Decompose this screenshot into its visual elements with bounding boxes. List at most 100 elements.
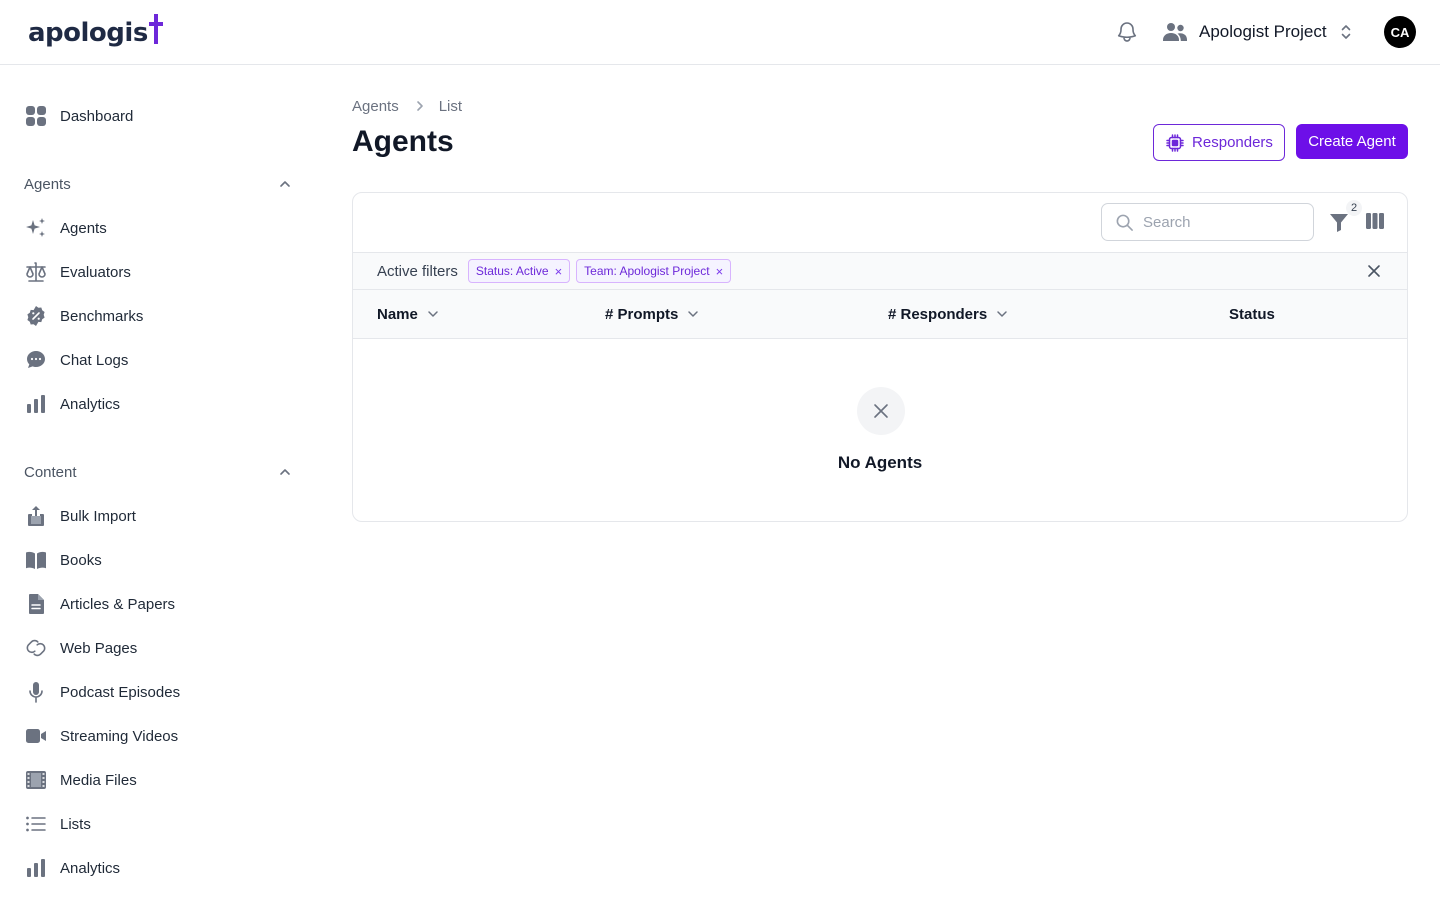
view-columns-icon[interactable] [1365,211,1385,231]
link-icon [26,639,46,657]
sidebar-item-label: Articles & Papers [60,595,176,613]
sidebar-section-content[interactable]: Content [24,462,294,482]
column-header-label: Name [377,305,418,323]
list-bullet-icon [26,816,46,832]
scale-icon [26,262,46,282]
percent-badge-icon [27,306,45,326]
sidebar-item-books[interactable]: Books [24,548,294,572]
top-bar: apologis Apologist Project CA [0,0,1440,65]
notifications-bell-icon[interactable] [1115,20,1139,44]
chevron-down-icon [997,311,1007,317]
sidebar-item-label: Podcast Episodes [60,683,181,701]
breadcrumb: Agents List [352,96,462,116]
sidebar-item-label: Lists [60,815,91,833]
column-header-responders[interactable]: # Responders [888,290,1009,338]
search-icon [1116,214,1133,231]
sidebar-item-label: Analytics [60,395,121,413]
clear-filters-close-icon[interactable] [1366,263,1382,279]
sidebar-item-articles[interactable]: Articles & Papers [24,592,294,616]
sidebar-item-label: Dashboard [60,107,134,125]
sidebar-item-benchmarks[interactable]: Benchmarks [24,304,294,328]
table-toolbar: 2 [353,193,1407,253]
x-mark-icon [874,404,888,418]
chat-bubble-icon [27,351,45,368]
sidebar-item-label: Agents [60,219,107,237]
chevron-down-icon [688,311,699,317]
search-box[interactable] [1101,203,1314,241]
sidebar-item-label: Books [60,551,102,569]
sidebar-item-lists[interactable]: Lists [24,812,294,836]
sidebar-item-web-pages[interactable]: Web Pages [24,636,294,660]
remove-filter-icon[interactable]: × [716,264,724,279]
sidebar-item-agents[interactable]: Agents [24,216,294,240]
breadcrumb-current: List [438,97,463,115]
chevron-up-down-icon [1341,25,1350,39]
column-header-label: Status [1229,305,1275,323]
column-header-label: # Prompts [605,305,679,323]
filter-chip-status: Status: Active × [467,259,571,283]
filter-chip-team: Team: Apologist Project × [576,259,732,283]
agents-table-card: 2 Active filters Status: Active × Team: … [352,192,1408,522]
sidebar-item-label: Bulk Import [60,507,136,525]
active-filters-bar: Active filters Status: Active × Team: Ap… [353,253,1407,290]
column-header-label: # Responders [888,305,988,323]
sidebar-item-dashboard[interactable]: Dashboard [24,104,294,128]
sidebar-item-streaming-videos[interactable]: Streaming Videos [24,724,294,748]
active-filters-label: Active filters [377,262,458,280]
video-camera-icon [26,729,46,743]
column-header-status: Status [1229,290,1275,338]
chevron-right-icon [416,101,423,111]
search-input[interactable] [1143,213,1303,231]
sidebar-item-evaluators[interactable]: Evaluators [24,260,294,284]
bar-chart-icon [27,859,45,877]
create-agent-button[interactable]: Create Agent [1296,124,1408,159]
team-switcher[interactable]: Apologist Project [1162,18,1353,46]
chevron-up-icon [280,181,290,187]
empty-state-icon [857,387,905,435]
users-icon [1163,23,1187,41]
sidebar-item-podcasts[interactable]: Podcast Episodes [24,680,294,704]
sidebar-item-label: Analytics [60,859,121,877]
user-avatar[interactable]: CA [1384,16,1416,48]
chevron-down-icon [428,311,438,317]
filter-count-badge: 2 [1346,200,1362,216]
filter-funnel-icon[interactable] [1328,211,1350,233]
sidebar-item-chat-logs[interactable]: Chat Logs [24,348,294,372]
breadcrumb-agents-link[interactable]: Agents [352,98,399,115]
sidebar-item-content-analytics[interactable]: Analytics [24,856,294,880]
sidebar-item-bulk-import[interactable]: Bulk Import [24,504,294,528]
filter-chip-label: Status: Active [475,264,549,278]
bar-chart-icon [27,395,45,413]
sidebar-section-agents[interactable]: Agents [24,174,294,194]
sidebar-item-label: Streaming Videos [60,727,179,745]
filter-chip-label: Team: Apologist Project [584,264,710,278]
dashboard-grid-icon [26,106,46,126]
page-title: Agents [352,125,454,158]
chevron-up-icon [280,469,290,475]
column-header-name[interactable]: Name [377,290,440,338]
section-title: Agents [24,175,71,193]
logo-cross-icon [148,14,163,44]
responders-button[interactable]: Responders [1153,124,1285,161]
team-name: Apologist Project [1199,22,1327,41]
app-logo[interactable]: apologis [28,14,163,50]
document-text-icon [29,594,44,614]
microphone-icon [29,682,43,703]
sidebar-item-label: Media Files [60,771,137,789]
upload-box-icon [28,506,44,526]
sidebar-item-label: Evaluators [60,263,131,281]
column-header-prompts[interactable]: # Prompts [605,290,700,338]
table-header: Name # Prompts # Responders Status [353,290,1407,339]
empty-state-text: No Agents [837,453,923,472]
film-icon [26,771,46,789]
section-title: Content [24,463,77,481]
book-open-icon [26,551,46,569]
sidebar-item-analytics[interactable]: Analytics [24,392,294,416]
sidebar-item-media-files[interactable]: Media Files [24,768,294,792]
sidebar-item-label: Web Pages [60,639,138,657]
cpu-chip-icon [1166,133,1184,152]
remove-filter-icon[interactable]: × [555,264,563,279]
responders-button-label: Responders [1192,134,1273,151]
logo-text: apologis [28,18,148,48]
sidebar-item-label: Chat Logs [60,351,129,369]
